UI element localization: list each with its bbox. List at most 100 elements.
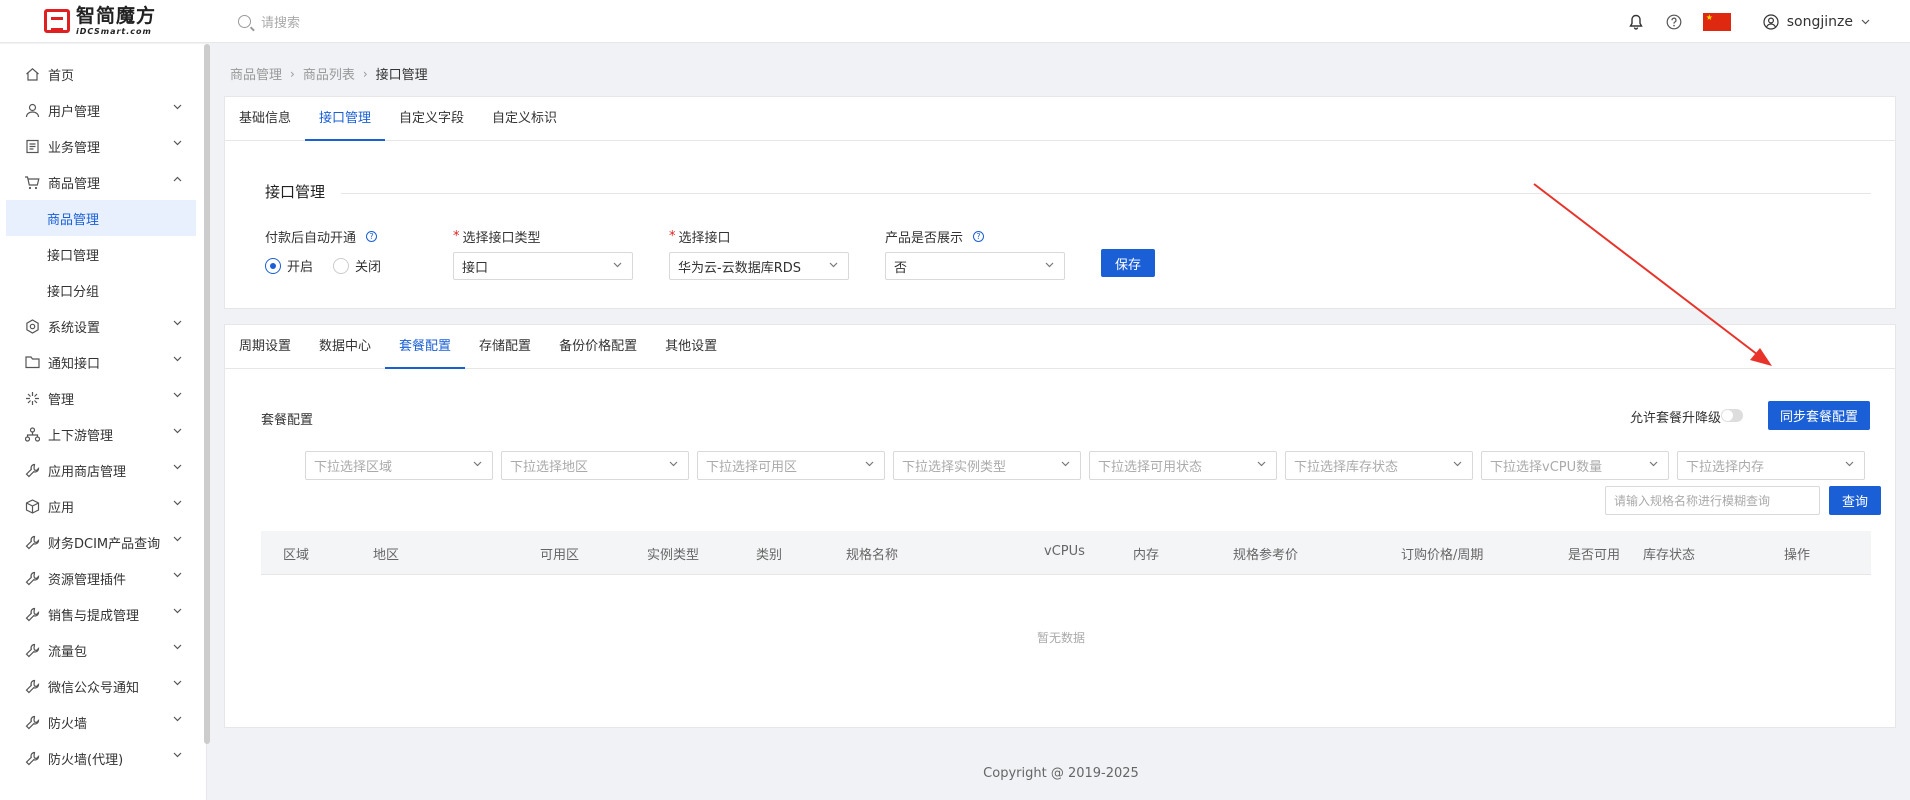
chevron-down-icon [1649,461,1658,467]
help-icon[interactable]: ? [973,231,985,242]
sidebar-item-wechat[interactable]: 微信公众号通知 [0,668,206,704]
filter-area[interactable]: 下拉选择地区 [501,451,689,480]
col-header: 订购价格/周期 [1401,548,1484,563]
sidebar-item-products[interactable]: 商品管理 [0,164,206,200]
package-title: 套餐配置 [261,413,314,428]
sidebar-item-appstore[interactable]: 应用商店管理 [0,452,206,488]
chevron-down-icon [173,500,182,506]
tab-backup-price[interactable]: 备份价格配置 [545,325,651,368]
wrench-icon [24,678,40,694]
sidebar-item-home[interactable]: 首页 [0,56,206,92]
tab-package[interactable]: 套餐配置 [385,325,466,369]
allow-downgrade-label: 允许套餐升降级 [1629,411,1721,426]
sidebar-item-notify[interactable]: 通知接口 [0,344,206,380]
chevron-down-icon [1045,262,1054,268]
sidebar-item-business[interactable]: 业务管理 [0,128,206,164]
query-button[interactable]: 查询 [1829,486,1881,515]
chevron-down-icon [173,428,182,434]
logo[interactable]: 智简魔方 iDCSmart.com [0,0,200,43]
logo-mark-icon [44,9,70,33]
tab-interface-manage[interactable]: 接口管理 [305,97,386,141]
breadcrumb-item[interactable]: 商品列表 [303,64,355,83]
filter-row: 下拉选择区域 下拉选择地区 下拉选择可用区 下拉选择实例类型 下拉选择可用状态 … [305,451,1873,480]
tab-storage[interactable]: 存储配置 [465,325,545,368]
tab-other[interactable]: 其他设置 [651,325,731,368]
col-header: 规格名称 [846,548,899,563]
chevron-down-icon [173,392,182,398]
wrench-icon [24,642,40,658]
col-header: 地区 [373,548,400,563]
annotation-arrow-icon [1533,183,1772,366]
sidebar: 首页 用户管理 业务管理 商品管理 商品管理 接口管理 接口分组 系统设置 通知… [0,44,207,800]
breadcrumb-separator-icon: › [290,66,295,81]
chevron-down-icon [865,461,874,467]
chevron-down-icon [1845,461,1854,467]
bell-icon[interactable] [1627,13,1645,31]
chevron-down-icon [1453,461,1462,467]
table-header: 区域 地区 可用区 实例类型 类别 规格名称 vCPUs 内存 规格参考价 订购… [261,531,1871,575]
col-header: 库存状态 [1643,548,1696,563]
col-header: 实例类型 [647,548,700,563]
sidebar-item-dcim[interactable]: 财务DCIM产品查询 [0,524,206,560]
sync-package-button[interactable]: 同步套餐配置 [1768,401,1870,430]
tab-custom-fields[interactable]: 自定义字段 [385,97,478,140]
tab-datacenter[interactable]: 数据中心 [305,325,385,368]
tab-cycle[interactable]: 周期设置 [225,325,305,368]
sidebar-item-traffic[interactable]: 流量包 [0,632,206,668]
col-header: 操作 [1784,548,1811,563]
allow-downgrade-switch[interactable] [1721,409,1743,422]
col-header: 可用区 [540,548,580,563]
sidebar-scrollbar[interactable] [204,44,210,744]
save-button[interactable]: 保存 [1101,249,1155,277]
folder-icon [24,354,40,370]
col-header: 类别 [756,548,783,563]
breadcrumb-separator-icon: › [362,66,368,81]
section-title: 接口管理 [265,183,326,201]
sidebar-sub-interface-group[interactable]: 接口分组 [0,272,206,308]
help-icon[interactable]: ? [366,231,378,242]
global-search[interactable]: 请搜索 [238,12,300,31]
user-menu[interactable]: songjinze [1763,14,1878,30]
settings-icon [24,318,40,334]
filter-available-status[interactable]: 下拉选择可用状态 [1089,451,1277,480]
sidebar-item-apps[interactable]: 应用 [0,488,206,524]
sidebar-item-updown[interactable]: 上下游管理 [0,416,206,452]
sidebar-item-system[interactable]: 系统设置 [0,308,206,344]
search-icon [238,15,251,28]
filter-instance-type[interactable]: 下拉选择实例类型 [893,451,1081,480]
radio-off[interactable]: 关闭 [333,256,381,275]
filter-zone[interactable]: 下拉选择可用区 [697,451,885,480]
col-header: 是否可用 [1568,548,1621,563]
sidebar-item-users[interactable]: 用户管理 [0,92,206,128]
chevron-down-icon [173,752,182,758]
interface-type-select[interactable]: 接口 [453,252,633,280]
tab-basic-info[interactable]: 基础信息 [225,97,305,140]
chevron-down-icon [173,104,182,110]
box-icon [24,498,40,514]
interface-select[interactable]: 华为云-云数据库RDS [669,252,849,280]
china-flag-icon[interactable] [1702,12,1731,31]
logo-cn: 智简魔方 [76,4,157,27]
sidebar-item-manage[interactable]: 管理 [0,380,206,416]
sidebar-sub-product-manage[interactable]: 商品管理 [6,200,196,236]
breadcrumb-item[interactable]: 商品管理 [230,64,282,83]
filter-vcpu[interactable]: 下拉选择vCPU数量 [1481,451,1669,480]
sidebar-item-resource[interactable]: 资源管理插件 [0,560,206,596]
tab-custom-tags[interactable]: 自定义标识 [478,97,571,140]
filter-stock-status[interactable]: 下拉选择库存状态 [1285,451,1473,480]
sidebar-item-firewall-proxy[interactable]: 防火墙(代理) [0,740,206,776]
wrench-icon [24,606,40,622]
filter-region[interactable]: 下拉选择区域 [305,451,493,480]
product-show-select[interactable]: 否 [885,252,1065,280]
filter-memory[interactable]: 下拉选择内存 [1677,451,1865,480]
radio-checked-icon [265,257,281,274]
username: songjinze [1786,13,1853,30]
spec-search-input[interactable]: 请输入规格名称进行模糊查询 [1605,486,1820,515]
help-icon[interactable] [1665,13,1683,31]
radio-on[interactable]: 开启 [265,256,313,275]
sidebar-item-sales[interactable]: 销售与提成管理 [0,596,206,632]
sidebar-sub-interface-manage[interactable]: 接口管理 [0,236,206,272]
chevron-down-icon [173,716,182,722]
chevron-down-icon [173,572,182,578]
sidebar-item-firewall[interactable]: 防火墙 [0,704,206,740]
